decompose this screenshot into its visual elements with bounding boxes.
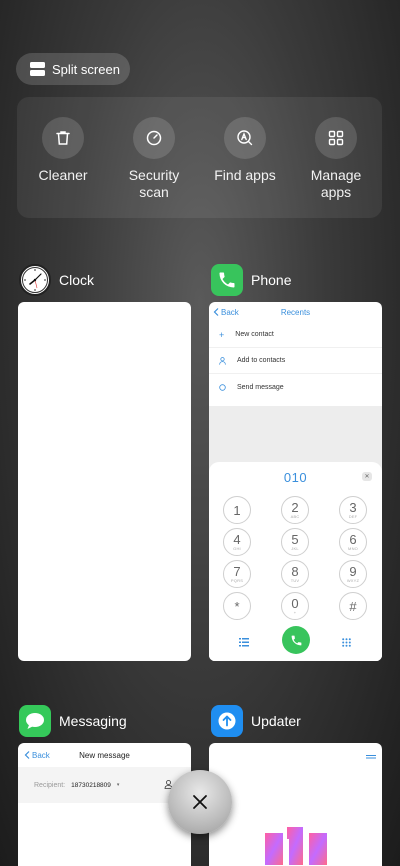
cleaner-label: Cleaner (38, 167, 88, 183)
dial-key-letters: MNO (348, 546, 358, 551)
phone-back-button[interactable]: Back (213, 308, 239, 317)
recipient-field[interactable]: Recipient: 18730218809 ▾ (18, 767, 191, 803)
dial-key-4[interactable]: 4 GHI (223, 528, 251, 556)
manage-apps-button[interactable]: Manage apps (291, 117, 381, 201)
messaging-recent-card[interactable]: Back New message Recipient: 18730218809 … (18, 743, 191, 866)
dial-key-hash[interactable]: # (339, 592, 367, 620)
quick-actions-panel: Cleaner Security scan Find apps Manage a… (17, 97, 382, 218)
list-icon[interactable] (239, 634, 249, 652)
chevron-left-icon (213, 308, 219, 316)
dial-key-letters: + (293, 610, 297, 615)
messaging-topbar: Back New message (18, 743, 191, 767)
split-screen-label: Split screen (52, 61, 120, 77)
call-button[interactable] (282, 626, 310, 654)
recipient-label: Recipient: (34, 781, 66, 789)
split-screen-icon (30, 62, 45, 76)
keypad-icon[interactable] (342, 634, 351, 652)
find-apps-icon (224, 117, 266, 159)
dial-key-9[interactable]: 9 WXYZ (339, 560, 367, 588)
dial-key-digit: 9 (349, 564, 357, 579)
dialer-panel: 010 ✕ 1 2 ABC 3 DEF 4 GHI 5 JKL 6 MNO 7 PQRS 8… (209, 462, 382, 661)
dial-key-digit: 7 (233, 564, 241, 579)
phone-recent-card[interactable]: Back Recents + New contact Add to contac… (209, 302, 382, 661)
clear-icon[interactable]: ✕ (362, 472, 372, 481)
dial-key-digit: 4 (233, 532, 241, 547)
phone-icon (291, 635, 301, 645)
security-scan-label: Security scan (128, 167, 180, 200)
dial-key-1[interactable]: 1 (223, 496, 251, 524)
messaging-app-header[interactable]: Messaging (19, 705, 127, 737)
phone-app-name: Phone (251, 272, 292, 288)
dial-key-8[interactable]: 8 TUV (281, 560, 309, 588)
chevron-down-icon: ▾ (116, 782, 120, 788)
messaging-app-name: Messaging (59, 713, 127, 729)
cleaner-button[interactable]: Cleaner (18, 117, 108, 184)
manage-apps-label: Manage apps (310, 167, 362, 200)
dial-key-6[interactable]: 6 MNO (339, 528, 367, 556)
recipient-value: 18730218809 (71, 781, 111, 789)
phone-back-label: Back (221, 307, 239, 317)
dial-key-digit: 2 (291, 500, 299, 515)
send-message-option[interactable]: Send message (209, 374, 382, 400)
plus-icon: + (219, 329, 225, 340)
dial-key-letters: DEF (348, 514, 358, 519)
clock-app-name: Clock (59, 272, 95, 288)
dial-key-digit: 1 (233, 502, 241, 518)
chat-bubble-icon (219, 383, 226, 391)
add-to-contacts-option[interactable]: Add to contacts (209, 348, 382, 374)
security-scan-button[interactable]: Security scan (109, 117, 199, 201)
updater-app-name: Updater (251, 713, 301, 729)
dial-key-digit: 0 (291, 596, 299, 611)
close-icon (193, 795, 207, 809)
message-bubble-icon (19, 705, 51, 737)
dial-key-letters: TUV (290, 578, 300, 583)
messaging-back-button[interactable]: Back (24, 751, 50, 760)
dial-key-digit: 8 (291, 564, 299, 579)
phone-app-header[interactable]: Phone (211, 264, 291, 296)
new-contact-option[interactable]: + New contact (209, 322, 382, 348)
miui-logo-icon (265, 827, 327, 865)
dial-key-digit: 6 (349, 532, 357, 547)
dial-key-digit: 5 (291, 532, 299, 547)
updater-recent-card[interactable] (209, 743, 382, 866)
dial-key-digit: * (234, 598, 240, 614)
manage-apps-icon (315, 117, 357, 159)
find-apps-button[interactable]: Find apps (200, 117, 290, 184)
new-contact-label: New contact (235, 331, 274, 338)
dial-key-2[interactable]: 2 ABC (281, 496, 309, 524)
dial-key-0[interactable]: 0 + (281, 592, 309, 620)
security-scan-icon (133, 117, 175, 159)
clock-app-header[interactable]: Clock (19, 264, 94, 296)
clear-all-button[interactable] (168, 770, 232, 834)
clock-icon (19, 264, 51, 296)
phone-icon (211, 264, 243, 296)
dial-key-5[interactable]: 5 JKL (281, 528, 309, 556)
updater-app-header[interactable]: Updater (211, 705, 301, 737)
dial-key-letters: JKL (291, 546, 299, 551)
dial-key-digit: # (349, 598, 357, 614)
dial-key-letters: WXYZ (346, 578, 360, 583)
dial-key-7[interactable]: 7 PQRS (223, 560, 251, 588)
messaging-back-label: Back (32, 750, 50, 760)
find-apps-label: Find apps (214, 167, 276, 183)
dial-key-digit: 3 (349, 500, 357, 515)
split-screen-button[interactable]: Split screen (16, 53, 130, 85)
dialed-number: 010 (283, 470, 308, 485)
updater-icon (211, 705, 243, 737)
dial-key-star[interactable]: * (223, 592, 251, 620)
dial-key-letters: ABC (290, 514, 300, 519)
phone-topbar: Back Recents (209, 302, 382, 322)
person-icon (219, 356, 226, 365)
dial-key-letters: PQRS (230, 578, 244, 583)
menu-icon[interactable] (366, 746, 376, 764)
chevron-left-icon (24, 751, 30, 759)
clock-recent-card[interactable] (18, 302, 191, 661)
add-to-contacts-label: Add to contacts (237, 357, 286, 364)
dial-key-letters: GHI (233, 546, 241, 551)
trash-icon (42, 117, 84, 159)
send-message-label: Send message (237, 383, 284, 391)
dial-key-3[interactable]: 3 DEF (339, 496, 367, 524)
